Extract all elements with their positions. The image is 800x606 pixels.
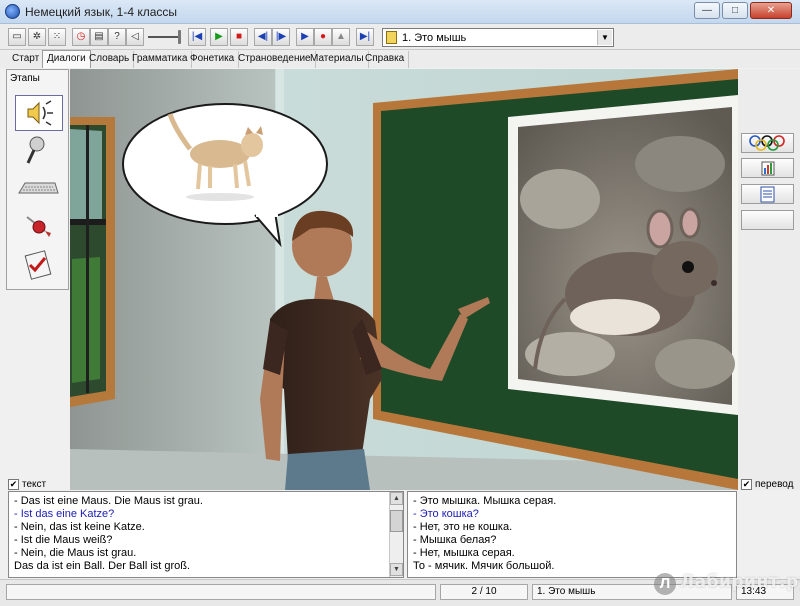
folder-icon[interactable]: ▭	[8, 28, 26, 46]
close-button[interactable]: ✕	[750, 2, 792, 19]
printer-icon[interactable]: ▤	[90, 28, 108, 46]
page-counter: 2 / 10	[440, 584, 528, 600]
tab-dictionary[interactable]: Словарь	[85, 51, 135, 68]
speaker-icon	[27, 100, 53, 126]
olympic-rings-icon	[749, 135, 785, 151]
help-icon[interactable]: ?	[108, 28, 126, 46]
text-label: текст	[22, 479, 47, 490]
russian-line[interactable]: То - мячик. Мячик большой.	[413, 560, 554, 572]
russian-line[interactable]: - Мышка белая?	[413, 534, 496, 546]
tab-help[interactable]: Справка	[361, 51, 410, 68]
tab-phonetics[interactable]: Фонетика	[186, 51, 240, 68]
german-scrollbar[interactable]: ▲ ▼	[389, 492, 403, 577]
translation-checkbox[interactable]: ✔	[741, 479, 752, 490]
text-checkbox[interactable]: ✔	[8, 479, 19, 490]
minimize-button[interactable]: —	[694, 2, 720, 19]
bar-chart-icon	[761, 161, 775, 176]
stages-panel: Этапы	[6, 69, 69, 290]
german-line[interactable]: Das da ist ein Ball. Der Ball ist groß.	[14, 560, 190, 572]
book-icon	[386, 31, 397, 44]
chart-button[interactable]	[741, 158, 794, 178]
toolbar: ▭ ✲ ⁙ ◷ ▤ ? ◁ |◀ ▶ ■ ◀| |▶ ▶ ● ▲ ▶| 1. Э…	[0, 24, 800, 50]
german-text-pane[interactable]: - Das ist eine Maus. Die Maus ist grau. …	[8, 491, 404, 578]
keyboard-icon	[18, 182, 59, 194]
play-sentence-icon[interactable]: ▶	[296, 28, 314, 46]
russian-line-highlighted[interactable]: - Это кошка?	[413, 508, 479, 520]
play-icon[interactable]: ▶	[210, 28, 228, 46]
watermark-text: Лабиринт.ру	[680, 572, 800, 592]
volume-icon[interactable]: ◁	[126, 28, 144, 46]
tab-materials[interactable]: Материалы	[306, 51, 369, 68]
stages-label: Этапы	[10, 73, 40, 84]
scroll-up-icon[interactable]: ▲	[390, 492, 403, 505]
lesson-select[interactable]: 1. Это мышь ▼	[382, 28, 614, 47]
checklist-icon	[24, 250, 52, 280]
stage-test-button[interactable]	[15, 247, 63, 283]
first-icon[interactable]: |◀	[188, 28, 206, 46]
dice-icon[interactable]: ⁙	[48, 28, 66, 46]
stop-icon[interactable]: ■	[230, 28, 248, 46]
last-icon[interactable]: ▶|	[356, 28, 374, 46]
app-globe-icon	[5, 4, 20, 19]
mouse-picture	[508, 95, 738, 415]
volume-slider-thumb[interactable]	[178, 30, 181, 44]
record-icon[interactable]: ●	[314, 28, 332, 46]
document-icon	[760, 186, 775, 203]
lesson-select-value: 1. Это мышь	[402, 32, 467, 44]
russian-line[interactable]: - Нет, это не кошка.	[413, 521, 512, 533]
window-title: Немецкий язык, 1-4 классы	[25, 5, 178, 19]
title-bar: Немецкий язык, 1-4 классы — □ ✕	[0, 0, 800, 24]
german-line[interactable]: - Ist die Maus weiß?	[14, 534, 112, 546]
german-line[interactable]: - Nein, das ist keine Katze.	[14, 521, 145, 533]
menu-tabs: Старт Диалоги Словарь Грамматика Фонетик…	[0, 50, 800, 68]
status-empty-cell	[6, 584, 436, 600]
dialogue-scene-illustration	[70, 69, 738, 490]
text-toggle[interactable]: ✔ текст	[8, 478, 46, 491]
volume-slider-track[interactable]	[148, 36, 178, 38]
gear-icon[interactable]: ✲	[28, 28, 46, 46]
clock-icon[interactable]: ◷	[72, 28, 90, 46]
german-line-highlighted[interactable]: - Ist das eine Katze?	[14, 508, 114, 520]
stage-listen-button[interactable]	[15, 95, 63, 131]
stage-type-button[interactable]	[15, 171, 63, 207]
scene-viewport	[70, 69, 738, 490]
german-line[interactable]: - Nein, die Maus ist grau.	[14, 547, 136, 559]
russian-line[interactable]: - Нет, мышка серая.	[413, 547, 515, 559]
tab-grammar[interactable]: Грамматика	[128, 51, 193, 68]
russian-line[interactable]: - Это мышка. Мышка серая.	[413, 495, 556, 507]
translation-label: перевод	[755, 479, 794, 490]
microphone-icon	[26, 136, 45, 164]
window-controls: — □ ✕	[694, 2, 792, 19]
darts-icon	[26, 216, 51, 237]
right-panel	[738, 69, 800, 490]
stage-speak-button[interactable]	[15, 133, 63, 169]
german-line[interactable]: - Das ist eine Maus. Die Maus ist grau.	[14, 495, 203, 507]
document-button[interactable]	[741, 184, 794, 204]
watermark-logo: Л	[654, 573, 676, 595]
window	[70, 117, 115, 407]
scroll-down-icon[interactable]: ▼	[390, 563, 403, 576]
translation-toggle[interactable]: ✔ перевод	[741, 478, 793, 491]
olympic-rings-button[interactable]	[741, 133, 794, 153]
tab-start[interactable]: Старт	[8, 51, 45, 68]
forward-icon[interactable]: |▶	[272, 28, 290, 46]
empty-panel-button[interactable]	[741, 210, 794, 230]
chevron-down-icon[interactable]: ▼	[597, 30, 612, 45]
eject-icon[interactable]: ▲	[332, 28, 350, 46]
stage-game-button[interactable]	[15, 209, 63, 245]
russian-text-pane[interactable]: - Это мышка. Мышка серая. - Это кошка? -…	[407, 491, 737, 578]
tab-dialogues[interactable]: Диалоги	[42, 50, 91, 68]
tab-country-studies[interactable]: Страноведение	[234, 51, 316, 68]
rewind-icon[interactable]: ◀|	[254, 28, 272, 46]
maximize-button[interactable]: □	[722, 2, 748, 19]
scroll-thumb[interactable]	[390, 510, 403, 532]
